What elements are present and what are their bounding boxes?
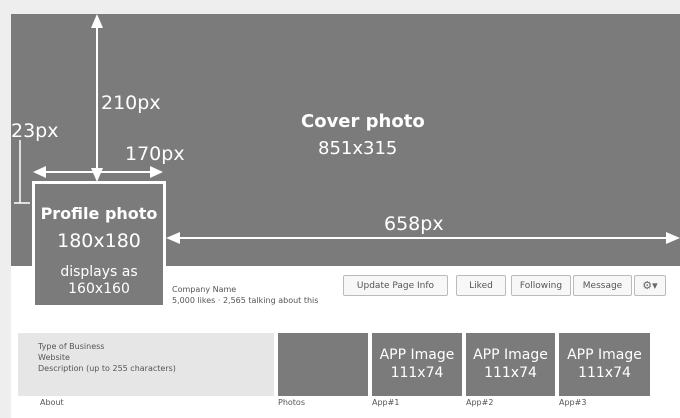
horizontal-658-arrowhead-left — [166, 232, 180, 244]
horizontal-658-arrowhead-right — [666, 232, 680, 244]
horizontal-170-arrowhead-right — [150, 166, 163, 178]
dimension-arrows — [14, 14, 680, 244]
vertical-210-arrowhead-top — [91, 14, 103, 28]
vertical-210-arrowhead-bottom — [91, 168, 103, 182]
horizontal-170-arrowhead-left — [33, 166, 46, 178]
